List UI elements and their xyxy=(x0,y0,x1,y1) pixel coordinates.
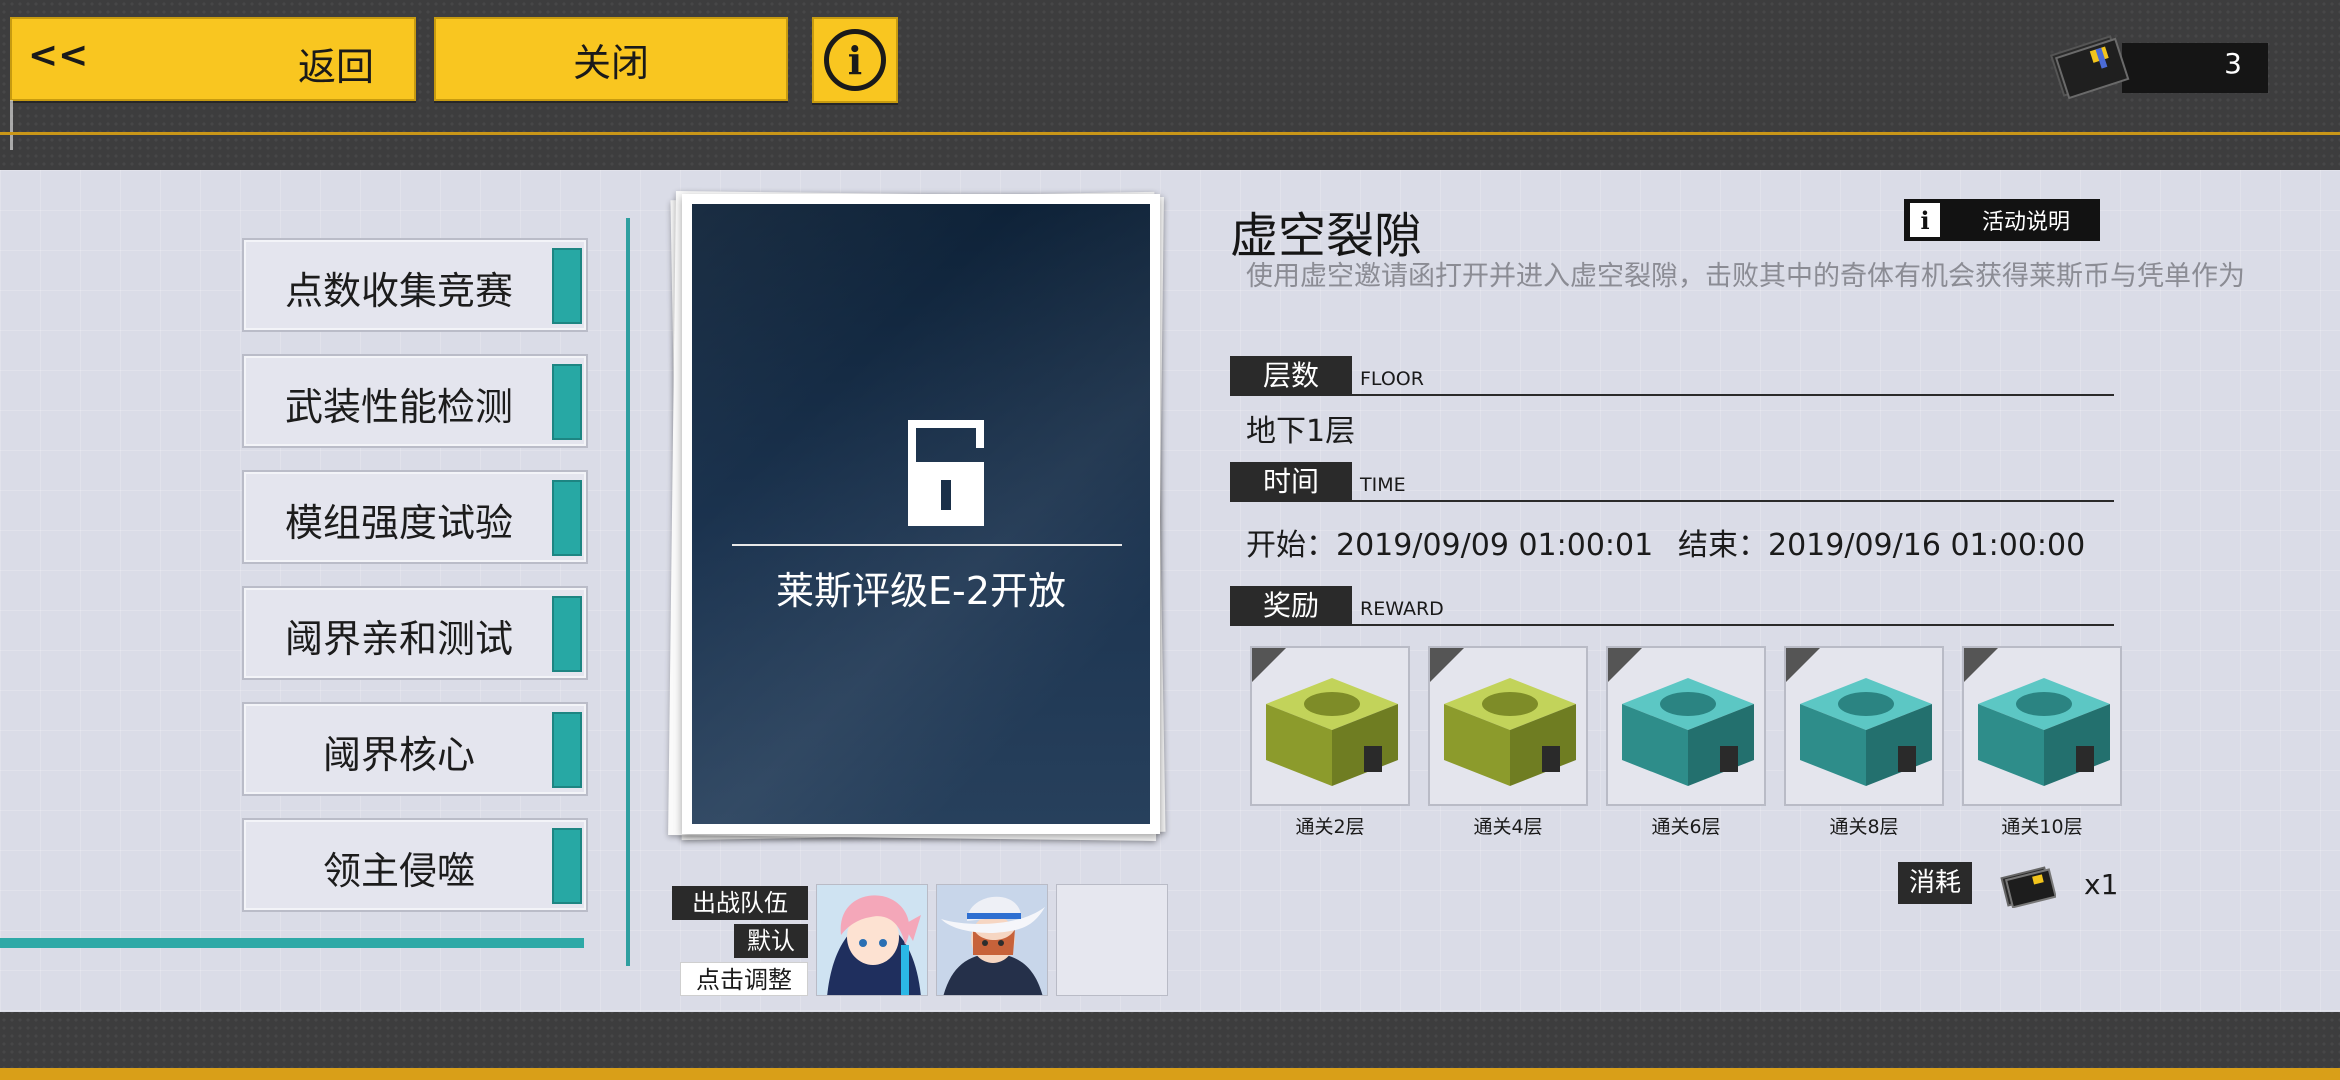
close-button-label: 关闭 xyxy=(572,40,649,85)
reward-corner-mark xyxy=(1608,648,1642,682)
menu-item-label: 阈界核心 xyxy=(322,733,475,777)
bottom-accent-bar xyxy=(0,1068,2340,1080)
team-adjust-button[interactable]: 点击调整 xyxy=(680,962,808,996)
menu-item-label: 点数收集竞赛 xyxy=(284,269,513,313)
floor-header-en: FLOOR xyxy=(1360,368,1424,390)
reward-label: 通关2层 xyxy=(1295,816,1365,838)
time-header-en: TIME xyxy=(1360,474,1406,496)
info-icon: i xyxy=(824,29,886,91)
menu-item-affinity-test[interactable]: 阈界亲和测试 xyxy=(242,586,588,680)
menu-item-module-trial[interactable]: 模组强度试验 xyxy=(242,470,588,564)
floor-header-cn: 层数 xyxy=(1230,356,1352,396)
team-member-portrait[interactable] xyxy=(936,884,1048,996)
reward-corner-mark xyxy=(1786,648,1820,682)
void-invitation-card-icon xyxy=(2000,866,2056,908)
team-title: 出战队伍 xyxy=(672,886,808,920)
stage-description: 使用虚空邀请函打开并进入虚空裂隙，击败其中的奇体有机会获得莱斯币与凭单作为 xyxy=(1246,261,2245,292)
menu-item-label: 领主侵噬 xyxy=(322,849,475,893)
reward-label: 通关6层 xyxy=(1651,816,1721,838)
reward-item[interactable] xyxy=(1962,646,2122,806)
reward-corner-mark xyxy=(1430,648,1464,682)
back-button-label: 返回 xyxy=(298,45,375,89)
activity-info-button[interactable]: i 活动说明 xyxy=(1904,199,2100,241)
menu-item-tab xyxy=(552,248,582,324)
void-invitation-card-icon xyxy=(2050,35,2130,100)
menu-scroll-indicator[interactable] xyxy=(0,938,584,948)
reward-section-header: 奖励 REWARD xyxy=(1230,586,2114,626)
reward-item[interactable] xyxy=(1428,646,1588,806)
unlocked-padlock-icon xyxy=(908,420,984,526)
end-time: 结束：2019/09/16 01:00:00 xyxy=(1678,528,2086,563)
menu-item-tab xyxy=(552,712,582,788)
reward-corner-mark xyxy=(1964,648,1998,682)
menu-item-tab xyxy=(552,828,582,904)
floor-value: 地下1层 xyxy=(1246,414,1356,449)
consume-value: x1 xyxy=(2084,868,2119,901)
top-divider-line xyxy=(0,132,2340,135)
start-time: 开始：2019/09/09 01:00:01 xyxy=(1246,528,1654,563)
time-section-header: 时间 TIME xyxy=(1230,462,2114,502)
menu-item-points-race[interactable]: 点数收集竞赛 xyxy=(242,238,588,332)
menu-divider xyxy=(626,218,630,966)
pink-haired-character-avatar xyxy=(817,885,927,995)
menu-item-lord-erosion[interactable]: 领主侵噬 xyxy=(242,818,588,912)
menu-item-weapon-test[interactable]: 武装性能检测 xyxy=(242,354,588,448)
reward-item[interactable] xyxy=(1606,646,1766,806)
white-hat-character-avatar xyxy=(937,885,1047,995)
card-divider xyxy=(732,544,1122,546)
menu-item-label: 武装性能检测 xyxy=(284,385,513,429)
stage-card-image: 莱斯评级E-2开放 xyxy=(692,204,1150,824)
close-button[interactable]: 关闭 xyxy=(434,17,788,101)
time-header-cn: 时间 xyxy=(1230,462,1352,502)
reward-label: 通关10层 xyxy=(2001,816,2083,838)
menu-item-label: 阈界亲和测试 xyxy=(284,617,513,661)
consume-label: 消耗 xyxy=(1898,862,1972,904)
team-preset-name: 默认 xyxy=(734,924,808,958)
reward-label: 通关4层 xyxy=(1473,816,1543,838)
team-member-portrait[interactable] xyxy=(816,884,928,996)
reward-header-en: REWARD xyxy=(1360,598,1444,620)
reward-item[interactable] xyxy=(1784,646,1944,806)
back-button[interactable]: << 返回 xyxy=(10,17,416,101)
activity-info-label: 活动说明 xyxy=(1982,210,2071,235)
back-arrows-icon: << xyxy=(28,35,89,76)
reward-header-cn: 奖励 xyxy=(1230,586,1352,626)
floor-section-header: 层数 FLOOR xyxy=(1230,356,2114,396)
menu-item-threshold-core[interactable]: 阈界核心 xyxy=(242,702,588,796)
reward-item[interactable] xyxy=(1250,646,1410,806)
team-member-slot-empty[interactable] xyxy=(1056,884,1168,996)
menu-item-tab xyxy=(552,364,582,440)
menu-item-label: 模组强度试验 xyxy=(284,501,513,545)
reward-label: 通关8层 xyxy=(1829,816,1899,838)
info-icon: i xyxy=(1910,203,1940,237)
menu-item-tab xyxy=(552,596,582,672)
menu-item-tab xyxy=(552,480,582,556)
card-unlock-caption: 莱斯评级E-2开放 xyxy=(776,569,1066,613)
reward-corner-mark xyxy=(1252,648,1286,682)
stage-card[interactable]: 莱斯评级E-2开放 xyxy=(682,194,1160,834)
currency-value: 3 xyxy=(2224,47,2242,80)
top-divider-tick xyxy=(10,100,13,150)
info-button[interactable]: i xyxy=(812,17,898,103)
